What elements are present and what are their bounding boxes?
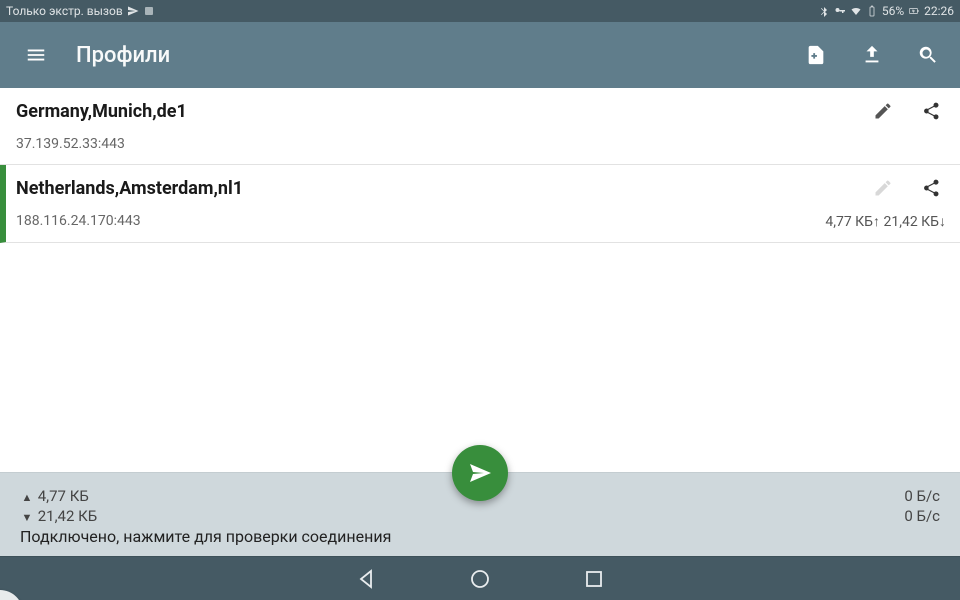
profile-name: Germany,Munich,de1 — [16, 101, 872, 122]
menu-button[interactable] — [18, 37, 54, 73]
search-button[interactable] — [914, 41, 942, 69]
nav-back-button[interactable] — [354, 567, 378, 591]
profile-list: Germany,Munich,de1 37.139.52.33:443 Neth… — [0, 88, 960, 243]
system-statusbar: Только экстр. вызов 56% — [0, 0, 960, 22]
connection-status-text: Подключено, нажмите для проверки соедине… — [20, 527, 940, 546]
profile-row[interactable]: Netherlands,Amsterdam,nl1 188.116.24.170… — [0, 165, 960, 243]
share-icon — [921, 178, 941, 198]
search-icon — [917, 44, 939, 66]
upload-rate: 0 Б/с — [904, 487, 940, 505]
empty-area — [0, 243, 960, 472]
connect-fab[interactable] — [452, 445, 508, 501]
profile-address: 188.116.24.170:443 — [16, 213, 141, 230]
profile-traffic: 4,77 КБ↑ 21,42 КБ↓ — [825, 213, 946, 230]
battery-saver-icon — [866, 5, 878, 17]
pencil-icon — [873, 178, 893, 198]
upload-icon — [861, 44, 883, 66]
file-plus-icon — [805, 44, 827, 66]
key-icon — [834, 5, 846, 17]
profile-row[interactable]: Germany,Munich,de1 37.139.52.33:443 — [0, 88, 960, 165]
edit-profile-button[interactable] — [872, 100, 894, 122]
send-small-icon — [127, 5, 139, 17]
download-total: ▼ 21,42 КБ — [20, 507, 97, 525]
upload-total: ▲ 4,77 КБ — [20, 487, 89, 505]
profile-name: Netherlands,Amsterdam,nl1 — [16, 178, 872, 199]
connection-panel[interactable]: ▲ 4,77 КБ 0 Б/с ▼ 21,42 КБ 0 Б/с Подключ… — [0, 472, 960, 556]
appbar-title: Профили — [76, 43, 802, 68]
clock-text: 22:26 — [924, 4, 954, 18]
system-navbar — [0, 556, 960, 600]
download-rate: 0 Б/с — [904, 507, 940, 525]
battery-charging-icon — [908, 5, 920, 17]
square-recent-icon — [582, 567, 606, 591]
nav-recent-button[interactable] — [582, 567, 606, 591]
triangle-back-icon — [354, 567, 378, 591]
app-bar: Профили — [0, 22, 960, 88]
hamburger-icon — [25, 44, 47, 66]
new-profile-button[interactable] — [802, 41, 830, 69]
paper-plane-icon — [468, 461, 492, 485]
nav-home-button[interactable] — [468, 567, 492, 591]
bluetooth-icon — [818, 5, 830, 17]
upload-button[interactable] — [858, 41, 886, 69]
status-left-text: Только экстр. вызов — [6, 4, 123, 18]
edit-profile-button[interactable] — [872, 177, 894, 199]
wifi-icon — [850, 5, 862, 17]
app-small-icon — [143, 5, 155, 17]
circle-home-icon — [468, 567, 492, 591]
share-profile-button[interactable] — [920, 100, 942, 122]
profile-address: 37.139.52.33:443 — [16, 136, 125, 152]
share-icon — [921, 101, 941, 121]
battery-percent: 56% — [882, 4, 904, 18]
pencil-icon — [873, 101, 893, 121]
share-profile-button[interactable] — [920, 177, 942, 199]
